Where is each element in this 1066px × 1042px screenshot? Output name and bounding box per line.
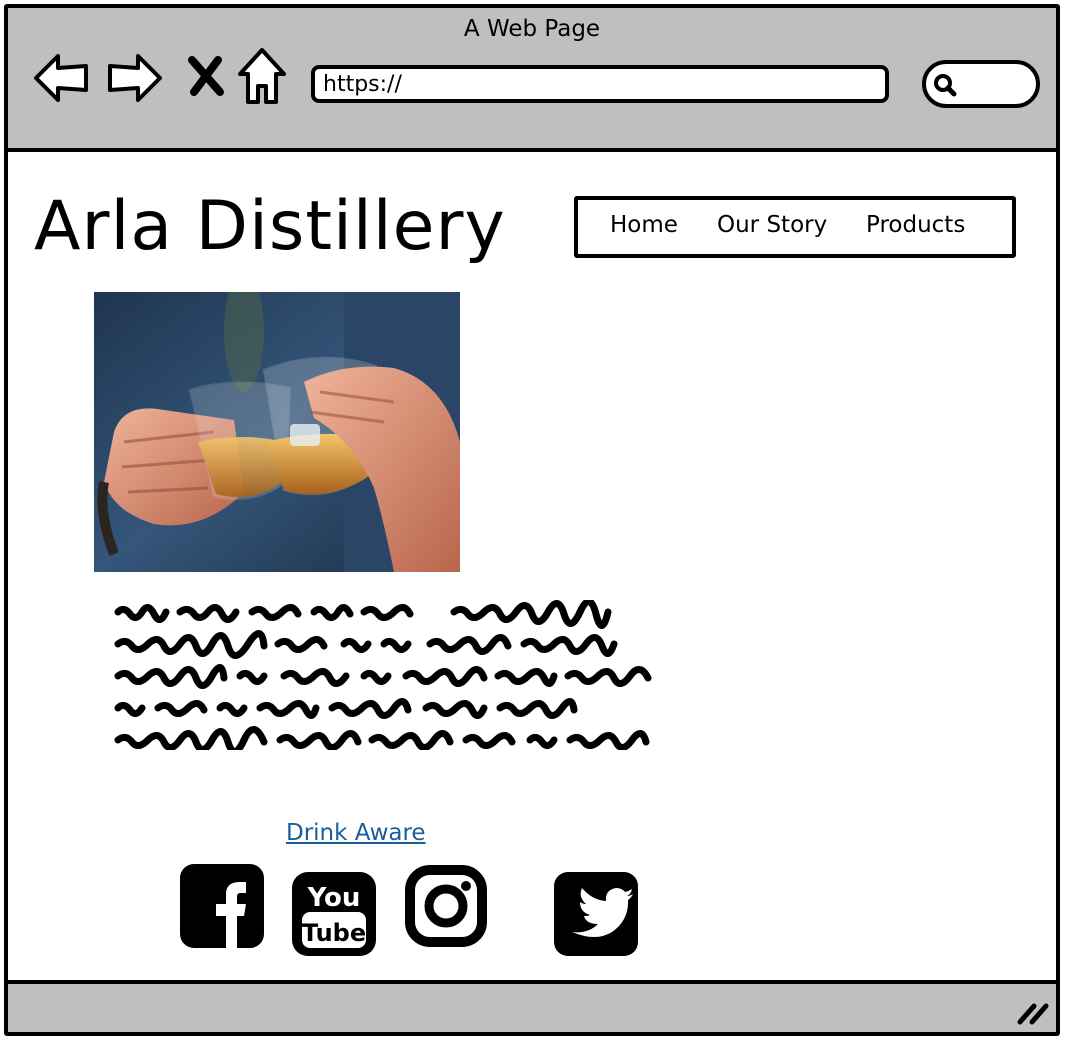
- search-icon: [934, 74, 957, 97]
- nav-our-story[interactable]: Our Story: [717, 212, 827, 238]
- site-title: Arla Distillery: [34, 187, 506, 266]
- svg-text:Tube: Tube: [302, 919, 366, 947]
- nav-products[interactable]: Products: [866, 212, 965, 238]
- facebook-icon[interactable]: [180, 864, 264, 948]
- youtube-icon[interactable]: You Tube: [292, 872, 376, 956]
- page-content: Arla Distillery Home Our Story Products: [8, 152, 1056, 984]
- twitter-icon[interactable]: [554, 872, 638, 956]
- home-icon[interactable]: [236, 46, 288, 108]
- browser-toolbar: A Web Page https://: [8, 8, 1056, 152]
- window-title: A Web Page: [463, 16, 601, 42]
- stop-icon[interactable]: [184, 54, 228, 98]
- hero-image: [94, 292, 460, 572]
- url-text: https://: [323, 72, 402, 97]
- browser-window: A Web Page https:// Arla Distillery Home…: [4, 4, 1060, 1036]
- browser-status-bar: [8, 980, 1056, 1032]
- forward-icon[interactable]: [104, 48, 164, 108]
- resize-grip-icon[interactable]: [1016, 998, 1050, 1026]
- svg-text:You: You: [307, 883, 361, 913]
- drink-aware-link[interactable]: Drink Aware: [286, 820, 426, 846]
- main-nav: Home Our Story Products: [574, 196, 1016, 258]
- search-box[interactable]: [922, 60, 1040, 108]
- back-icon[interactable]: [32, 48, 92, 108]
- body-text-placeholder: [114, 600, 652, 750]
- nav-home[interactable]: Home: [610, 212, 678, 238]
- instagram-icon[interactable]: [404, 864, 488, 948]
- address-bar[interactable]: https://: [311, 65, 889, 103]
